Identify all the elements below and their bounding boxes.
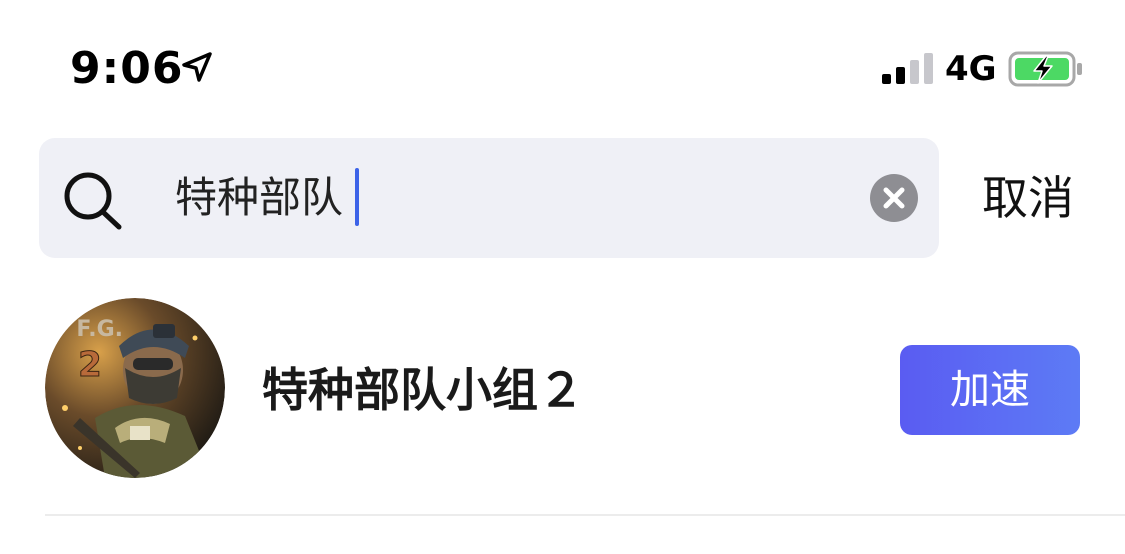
search-input[interactable]: 特种部队: [175, 166, 343, 230]
search-bar[interactable]: [39, 138, 939, 258]
boost-button[interactable]: 加速: [900, 345, 1080, 435]
divider: [45, 514, 1125, 516]
game-title: 特种部队小组２: [262, 363, 584, 417]
cancel-button[interactable]: 取消: [982, 168, 1074, 228]
list-item[interactable]: F.G. 2 特种部队小组２ 加速: [0, 290, 1125, 490]
clear-icon: [883, 187, 905, 209]
svg-text:2: 2: [78, 345, 102, 385]
status-time: 9:06: [70, 43, 184, 94]
clear-search-button[interactable]: [870, 174, 918, 222]
network-label: 4G: [945, 49, 997, 89]
location-arrow-icon: [182, 52, 212, 82]
battery-charging-icon: [1008, 51, 1082, 87]
svg-text:F.G.: F.G.: [76, 317, 123, 342]
cellular-signal-icon: [882, 53, 933, 84]
search-icon: [64, 172, 122, 230]
status-bar: 9:06 4G: [0, 0, 1125, 120]
text-caret: [355, 168, 359, 226]
game-avatar-image[interactable]: F.G. 2: [45, 298, 225, 478]
